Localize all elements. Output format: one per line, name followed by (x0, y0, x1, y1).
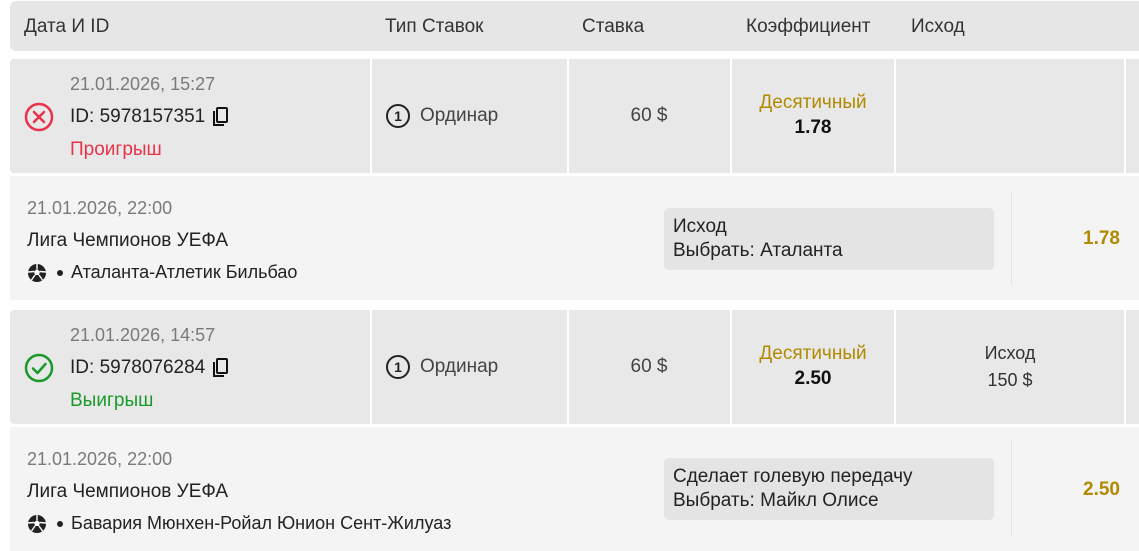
bet-outcome: Исход 150 $ (896, 343, 1124, 391)
bullet-dot (57, 520, 63, 527)
event-match: Бавария Мюнхен-Ройал Юнион Сент-Жилуаз (27, 513, 451, 534)
bet-id-label: ID: (70, 106, 95, 127)
event-league: Лига Чемпионов УЕФА (27, 230, 229, 251)
header-date-id: Дата И ID (24, 16, 110, 37)
bet-id: ID: 5978076284 (70, 357, 229, 379)
selection-market: Сделает голевую передачу (673, 466, 913, 487)
selection-pick: Выбрать: Майкл Олисе (673, 490, 879, 511)
bet-type-label: Ординар (420, 356, 499, 377)
bet-datetime: 21.01.2026, 15:27 (70, 74, 216, 94)
copy-icon[interactable] (211, 107, 229, 127)
bet-row[interactable]: 21.01.2026, 15:27 ID: 5978157351 Проигры… (10, 59, 1139, 173)
selection-market: Исход (673, 216, 727, 237)
single-bet-icon: 1 (386, 355, 410, 379)
selection-box: Сделает голевую передачу Выбрать: Майкл … (664, 458, 994, 520)
single-bet-icon: 1 (386, 104, 410, 128)
bet-id-value: 5978076284 (99, 357, 206, 378)
selection-pick: Выбрать: Аталанта (673, 240, 843, 261)
bet-row[interactable]: 21.01.2026, 14:57 ID: 5978076284 Выигрыш… (10, 310, 1139, 424)
header-outcome: Исход (911, 16, 965, 37)
bet-odds: Десятичный 2.50 (732, 343, 894, 390)
header-stake: Ставка (582, 16, 645, 37)
bet-stake: 60 $ (630, 105, 668, 126)
bet-odds: Десятичный 1.78 (732, 92, 894, 139)
bet-status: Проигрыш (70, 139, 162, 160)
event-datetime: 21.01.2026, 22:00 (27, 449, 173, 469)
odds-value: 1.78 (794, 117, 832, 138)
header-odds: Коэффициент (746, 16, 871, 37)
x-circle-icon (24, 102, 54, 132)
event-row: 21.01.2026, 22:00 Лига Чемпионов УЕФА Ба… (10, 427, 1139, 551)
event-match-name: Аталанта-Атлетик Бильбао (71, 262, 298, 282)
event-match-name: Бавария Мюнхен-Ройал Юнион Сент-Жилуаз (71, 513, 452, 533)
event-match: Аталанта-Атлетик Бильбао (27, 262, 297, 283)
bet-type: 1 Ординар (386, 355, 498, 379)
bet-id-value: 5978157351 (99, 106, 206, 127)
event-odds: 2.50 (1083, 479, 1120, 500)
bet-stake: 60 $ (630, 356, 668, 377)
bet-datetime: 21.01.2026, 14:57 (70, 325, 216, 345)
event-row: 21.01.2026, 22:00 Лига Чемпионов УЕФА Ат… (10, 176, 1139, 300)
check-circle-icon (24, 353, 54, 383)
bullet-dot (57, 269, 63, 276)
outcome-label: Исход (984, 343, 1036, 363)
odds-format: Десятичный (759, 92, 867, 113)
bet-type: 1 Ординар (386, 104, 498, 128)
copy-icon[interactable] (211, 358, 229, 378)
bet-type-label: Ординар (420, 105, 499, 126)
soccer-ball-icon (27, 263, 47, 282)
odds-format: Десятичный (759, 343, 867, 364)
table-header: Дата И ID Тип Ставок Ставка Коэффициент … (10, 1, 1139, 51)
outcome-value: 150 $ (987, 370, 1033, 390)
selection-box: Исход Выбрать: Аталанта (664, 208, 994, 270)
header-bet-type: Тип Ставок (385, 16, 484, 37)
odds-value: 2.50 (794, 368, 832, 389)
bet-outcome (896, 92, 1124, 98)
bet-id: ID: 5978157351 (70, 106, 229, 128)
bet-status: Выигрыш (70, 390, 154, 411)
event-odds: 1.78 (1083, 228, 1120, 249)
event-datetime: 21.01.2026, 22:00 (27, 198, 173, 218)
bet-id-label: ID: (70, 357, 95, 378)
event-league: Лига Чемпионов УЕФА (27, 481, 229, 502)
soccer-ball-icon (27, 514, 47, 533)
